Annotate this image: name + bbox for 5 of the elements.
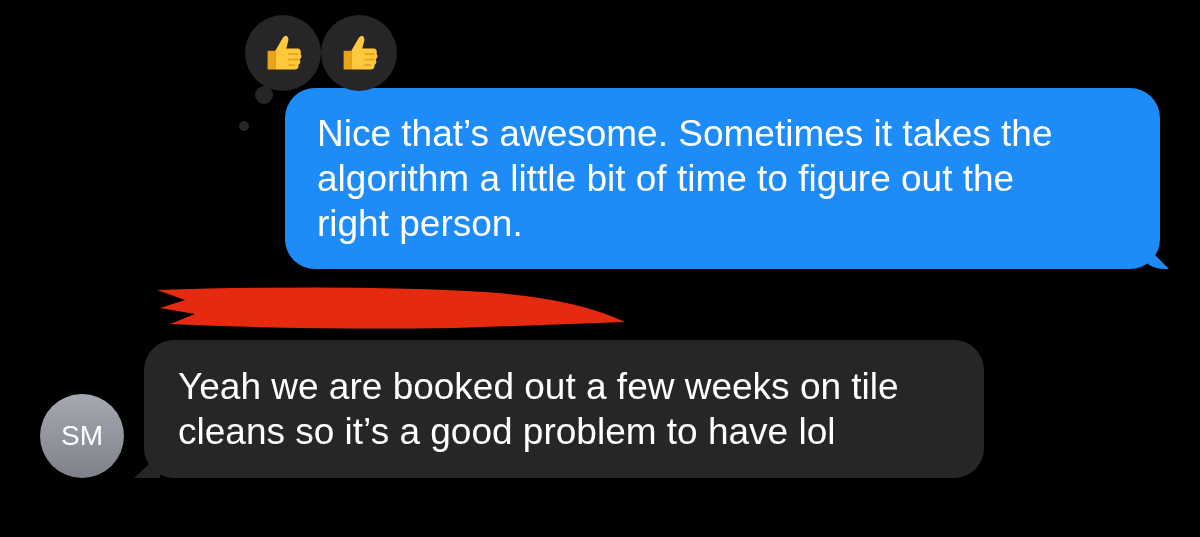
avatar[interactable]: SM [40, 394, 124, 478]
thought-bubble-dot [239, 121, 249, 131]
message-bubble[interactable]: Nice that’s awesome. Sometimes it takes the algorithm a little bit of time to figure out the right person. [285, 88, 1160, 269]
message-bubble[interactable]: Yeah we are booked out a few weeks on tile cleans so it’s a good problem to have lol [144, 340, 984, 478]
thought-bubble-dot [255, 86, 273, 104]
